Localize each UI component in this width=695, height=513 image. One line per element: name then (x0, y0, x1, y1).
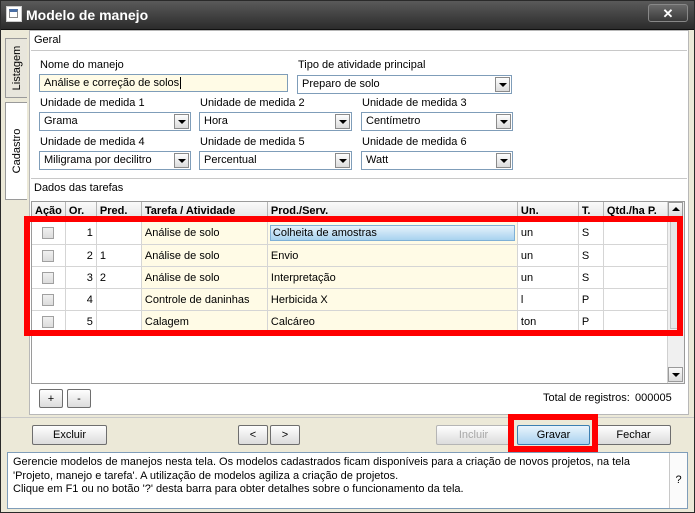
help-line: Clique em F1 ou no botão '?' desta barra… (13, 483, 464, 495)
incluir-button[interactable]: Incluir (436, 425, 511, 445)
add-row-button[interactable]: + (39, 389, 63, 408)
unidade-4-select[interactable]: Miligrama por decilitro (39, 151, 191, 170)
text-cursor: ​ (180, 77, 182, 89)
unidade-3-label: Unidade de medida 3 (362, 97, 467, 109)
geral-divider (31, 50, 687, 51)
modelo-de-manejo-window: Modelo de manejo ✕ Listagem Cadastro Ger… (0, 0, 695, 513)
chevron-down-icon[interactable] (335, 153, 350, 168)
remove-row-button[interactable]: - (67, 389, 91, 408)
section-divider (31, 178, 687, 179)
help-line: Gerencie modelos de manejos nesta tela. … (13, 456, 630, 468)
rows-highlight-box (24, 216, 683, 336)
gravar-highlight-box (508, 414, 598, 452)
tab-cadastro[interactable]: Cadastro (5, 102, 27, 200)
previous-record-button[interactable]: < (238, 425, 268, 445)
window-form-icon (6, 6, 22, 22)
unidade-3-value: Centímetro (366, 115, 421, 127)
geral-section-title: Geral (34, 34, 61, 46)
excluir-button[interactable]: Excluir (32, 425, 107, 445)
nome-manejo-input[interactable]: Análise e correção de solos​ (39, 74, 288, 92)
next-record-button[interactable]: > (270, 425, 300, 445)
tipo-atividade-select[interactable]: Preparo de solo (297, 75, 512, 94)
window-title: Modelo de manejo (26, 7, 149, 23)
close-button[interactable]: ✕ (648, 4, 688, 22)
unidade-6-value: Watt (366, 154, 389, 166)
chevron-down-icon[interactable] (496, 153, 511, 168)
unidade-6-select[interactable]: Watt (361, 151, 513, 170)
unidade-1-select[interactable]: Grama (39, 112, 191, 131)
help-question-button[interactable]: ? (669, 453, 687, 508)
chevron-down-icon[interactable] (496, 114, 511, 129)
tab-listagem-label: Listagem (10, 45, 23, 91)
unidade-5-select[interactable]: Percentual (199, 151, 352, 170)
unidade-3-select[interactable]: Centímetro (361, 112, 513, 131)
unidade-2-value: Hora (204, 115, 228, 127)
unidade-5-value: Percentual (204, 154, 257, 166)
title-bar: Modelo de manejo ✕ (1, 1, 694, 30)
nome-manejo-value: Análise e correção de solos (44, 77, 180, 89)
tab-listagem[interactable]: Listagem (5, 38, 27, 98)
unidade-2-label: Unidade de medida 2 (200, 97, 305, 109)
help-line: 'Projeto, manejo e tarefa'. A utilização… (13, 469, 399, 482)
tasks-section-title: Dados das tarefas (34, 182, 124, 194)
unidade-1-value: Grama (44, 115, 78, 127)
help-bar: Gerencie modelos de manejos nesta tela. … (7, 452, 688, 509)
scroll-down-button[interactable] (668, 367, 683, 382)
total-registros-label: Total de registros: (543, 392, 630, 404)
tipo-atividade-label: Tipo de atividade principal (298, 59, 426, 71)
unidade-4-label: Unidade de medida 4 (40, 136, 145, 148)
tab-cadastro-label: Cadastro (10, 128, 23, 174)
tipo-atividade-value: Preparo de solo (302, 78, 380, 90)
unidade-1-label: Unidade de medida 1 (40, 97, 145, 109)
help-text: Gerencie modelos de manejos nesta tela. … (13, 456, 658, 497)
total-registros-value: 000005 (635, 392, 672, 404)
fechar-button[interactable]: Fechar (596, 425, 671, 445)
unidade-5-label: Unidade de medida 5 (200, 136, 305, 148)
chevron-down-icon[interactable] (174, 114, 189, 129)
chevron-down-icon[interactable] (495, 77, 510, 92)
chevron-down-icon[interactable] (335, 114, 350, 129)
scroll-up-button[interactable] (668, 202, 683, 217)
nome-manejo-label: Nome do manejo (40, 59, 124, 71)
unidade-4-value: Miligrama por decilitro (44, 154, 152, 166)
unidade-2-select[interactable]: Hora (199, 112, 352, 131)
unidade-6-label: Unidade de medida 6 (362, 136, 467, 148)
chevron-down-icon[interactable] (174, 153, 189, 168)
